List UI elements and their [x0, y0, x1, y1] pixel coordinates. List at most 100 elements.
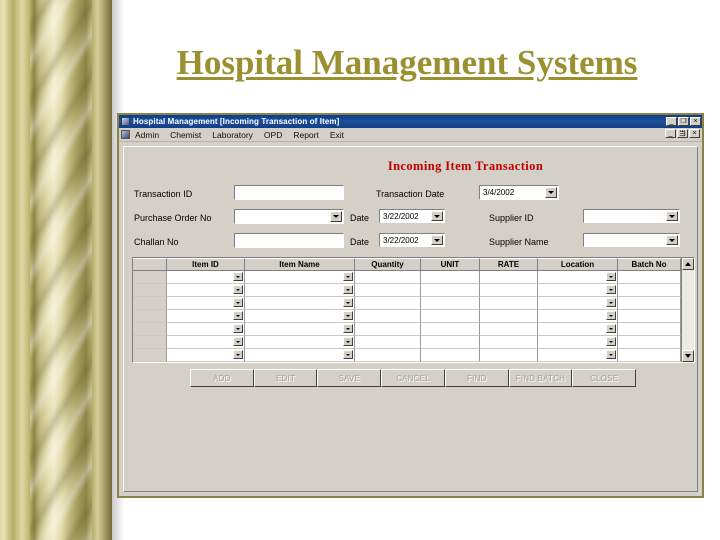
add-button[interactable]: ADD — [190, 369, 254, 387]
cell-item-id[interactable] — [167, 284, 245, 297]
column-header-item-id[interactable]: Item ID — [167, 258, 245, 271]
cell-unit[interactable] — [421, 297, 480, 310]
chevron-down-icon[interactable] — [606, 298, 616, 307]
cell-item-id[interactable] — [167, 297, 245, 310]
table-row[interactable] — [133, 323, 681, 336]
cell-unit[interactable] — [421, 284, 480, 297]
chevron-down-icon[interactable] — [666, 211, 678, 221]
cell-location[interactable] — [538, 271, 618, 284]
cell-location[interactable] — [538, 336, 618, 349]
cell-item-name[interactable] — [245, 284, 355, 297]
cell-location[interactable] — [538, 349, 618, 362]
cell-rate[interactable] — [480, 271, 538, 284]
cell-batch-no[interactable] — [618, 336, 681, 349]
cell-quantity[interactable] — [355, 297, 421, 310]
chevron-down-icon[interactable] — [233, 272, 243, 281]
table-row[interactable] — [133, 271, 681, 284]
cell-quantity[interactable] — [355, 310, 421, 323]
cell-quantity[interactable] — [355, 284, 421, 297]
cell-rate[interactable] — [480, 284, 538, 297]
po-date-picker[interactable]: 3/22/2002 — [379, 209, 445, 223]
column-header-location[interactable]: Location — [538, 258, 618, 271]
cell-unit[interactable] — [421, 271, 480, 284]
chevron-down-icon[interactable] — [666, 235, 678, 245]
cell-location[interactable] — [538, 297, 618, 310]
challan-no-input[interactable] — [234, 233, 344, 248]
chevron-down-icon[interactable] — [233, 311, 243, 320]
supplier-name-combo[interactable] — [583, 233, 680, 247]
cell-item-id[interactable] — [167, 310, 245, 323]
chevron-down-icon[interactable] — [606, 285, 616, 294]
cell-item-name[interactable] — [245, 323, 355, 336]
cell-rate[interactable] — [480, 336, 538, 349]
chevron-down-icon[interactable] — [545, 187, 557, 198]
chevron-down-icon[interactable] — [343, 324, 353, 333]
chevron-down-icon[interactable] — [233, 324, 243, 333]
cell-location[interactable] — [538, 284, 618, 297]
cell-item-id[interactable] — [167, 271, 245, 284]
table-row[interactable] — [133, 297, 681, 310]
cell-quantity[interactable] — [355, 271, 421, 284]
cell-location[interactable] — [538, 310, 618, 323]
column-header-unit[interactable]: UNIT — [421, 258, 480, 271]
menu-item-opd[interactable]: OPD — [264, 129, 288, 141]
chevron-down-icon[interactable] — [330, 211, 342, 222]
menu-item-laboratory[interactable]: Laboratory — [212, 129, 259, 141]
column-header-quantity[interactable]: Quantity — [355, 258, 421, 271]
cell-quantity[interactable] — [355, 323, 421, 336]
cell-batch-no[interactable] — [618, 271, 681, 284]
transaction-id-input[interactable] — [234, 185, 344, 200]
cell-item-name[interactable] — [245, 310, 355, 323]
chevron-down-icon[interactable] — [606, 311, 616, 320]
cell-unit[interactable] — [421, 349, 480, 362]
cell-rate[interactable] — [480, 310, 538, 323]
chevron-down-icon[interactable] — [606, 272, 616, 281]
purchase-order-no-combo[interactable] — [234, 209, 344, 224]
cell-quantity[interactable] — [355, 349, 421, 362]
grid-vertical-scrollbar[interactable] — [681, 258, 694, 362]
chevron-down-icon[interactable] — [233, 350, 243, 359]
close-button[interactable]: × — [690, 117, 701, 126]
cell-unit[interactable] — [421, 336, 480, 349]
cell-item-id[interactable] — [167, 323, 245, 336]
cell-item-name[interactable] — [245, 297, 355, 310]
cell-rate[interactable] — [480, 323, 538, 336]
child-close-button[interactable]: × — [689, 129, 700, 138]
chevron-down-icon[interactable] — [606, 350, 616, 359]
cancel-button[interactable]: CANCEL — [381, 369, 445, 387]
cell-batch-no[interactable] — [618, 310, 681, 323]
cell-unit[interactable] — [421, 310, 480, 323]
table-row[interactable] — [133, 284, 681, 297]
cell-unit[interactable] — [421, 323, 480, 336]
cell-batch-no[interactable] — [618, 323, 681, 336]
chevron-down-icon[interactable] — [233, 285, 243, 294]
scroll-up-icon[interactable] — [682, 258, 694, 270]
mdi-system-menu-icon[interactable] — [121, 130, 130, 139]
cell-rate[interactable] — [480, 349, 538, 362]
table-row[interactable] — [133, 310, 681, 323]
close-form-button[interactable]: CLOSE — [572, 369, 637, 387]
minimize-button[interactable]: _ — [666, 117, 677, 126]
chevron-down-icon[interactable] — [343, 311, 353, 320]
cell-item-id[interactable] — [167, 336, 245, 349]
cell-batch-no[interactable] — [618, 297, 681, 310]
chevron-down-icon[interactable] — [606, 324, 616, 333]
cell-item-name[interactable] — [245, 349, 355, 362]
find-button[interactable]: FIND — [444, 369, 509, 387]
chevron-down-icon[interactable] — [343, 337, 353, 346]
cell-quantity[interactable] — [355, 336, 421, 349]
menu-item-chemist[interactable]: Chemist — [170, 129, 207, 141]
scroll-down-icon[interactable] — [682, 350, 694, 362]
cell-batch-no[interactable] — [618, 349, 681, 362]
child-minimize-button[interactable]: _ — [665, 129, 676, 138]
find-batch-button[interactable]: FIND BATCH — [508, 369, 573, 387]
challan-date-picker[interactable]: 3/22/2002 — [379, 233, 445, 247]
menu-item-admin[interactable]: Admin — [135, 129, 165, 141]
chevron-down-icon[interactable] — [343, 285, 353, 294]
chevron-down-icon[interactable] — [233, 337, 243, 346]
table-row[interactable] — [133, 349, 681, 362]
supplier-id-combo[interactable] — [583, 209, 680, 223]
chevron-down-icon[interactable] — [343, 350, 353, 359]
save-button[interactable]: SAVE — [317, 369, 382, 387]
cell-item-name[interactable] — [245, 336, 355, 349]
